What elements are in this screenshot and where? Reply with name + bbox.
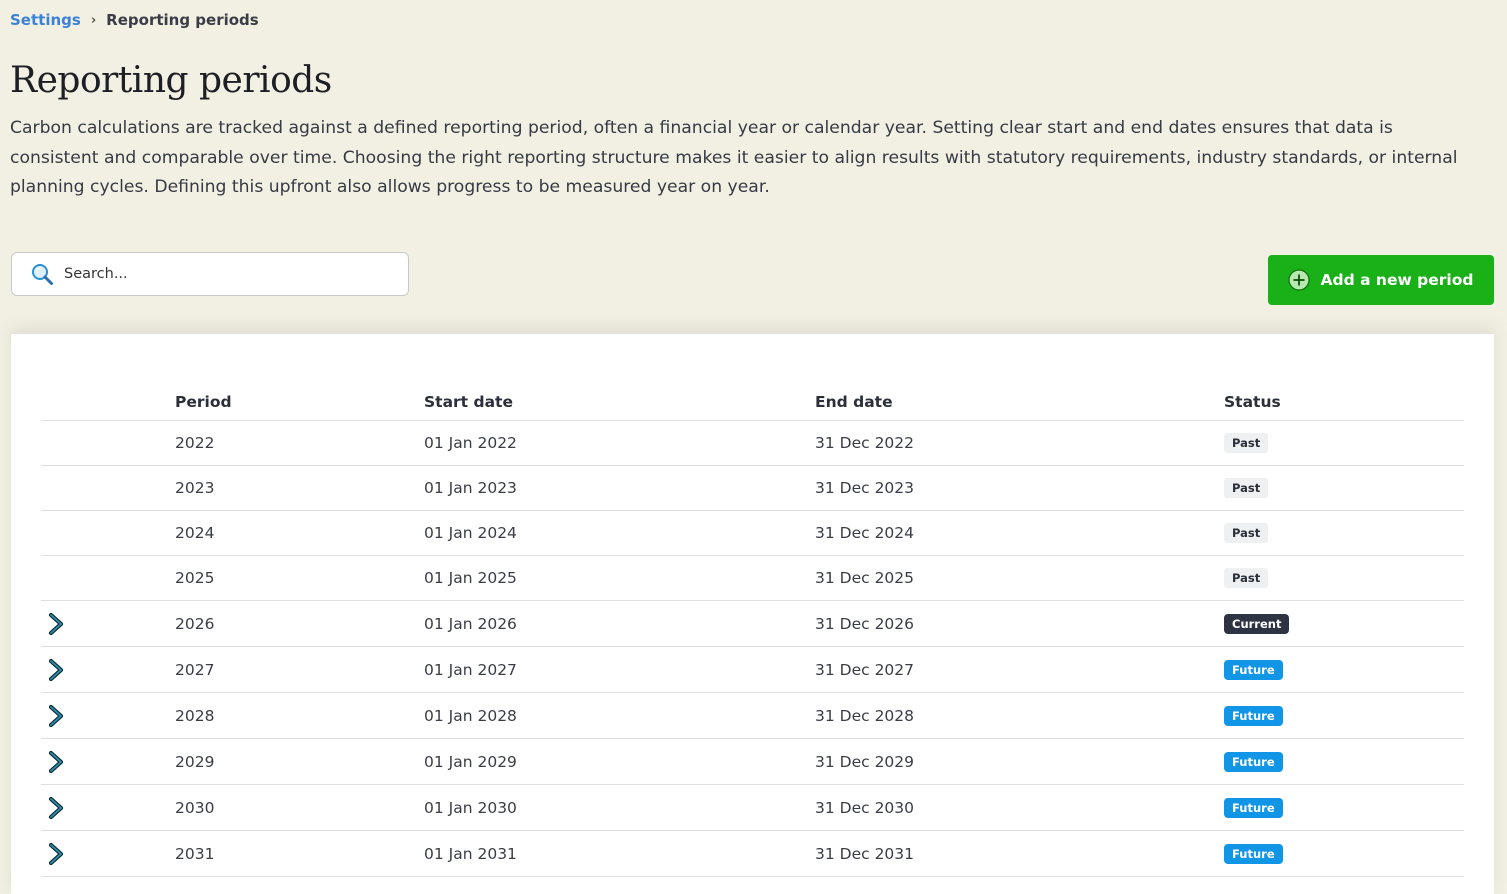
periods-card: Period Start date End date Status 2022 01…	[11, 333, 1494, 894]
status-badge: Future	[1224, 705, 1283, 726]
chevron-right-icon[interactable]	[44, 750, 68, 774]
chevron-right-icon[interactable]	[44, 842, 68, 866]
status-cell: Future	[1224, 692, 1464, 739]
start-date-cell: 01 Jan 2030	[424, 784, 815, 831]
start-date-cell: 01 Jan 2024	[424, 510, 815, 556]
status-cell: Future	[1224, 646, 1464, 693]
header-period: Period	[175, 384, 424, 421]
period-cell: 2025	[175, 555, 424, 601]
start-date-cell: 01 Jan 2027	[424, 646, 815, 693]
periods-table: Period Start date End date Status 2022 01…	[41, 384, 1464, 877]
table-row: 2022 01 Jan 2022 31 Dec 2022 Past	[41, 420, 1464, 466]
chevron-right-icon[interactable]	[44, 704, 68, 728]
row-toggle-cell	[41, 784, 175, 831]
period-cell: 2028	[175, 692, 424, 739]
row-toggle-cell	[41, 600, 175, 647]
period-cell: 2030	[175, 784, 424, 831]
page-title: Reporting periods	[10, 60, 332, 101]
row-toggle-cell	[41, 420, 175, 466]
status-cell: Future	[1224, 784, 1464, 831]
header-end-date: End date	[815, 384, 1224, 421]
row-toggle-cell	[41, 830, 175, 877]
status-badge: Future	[1224, 751, 1283, 772]
end-date-cell: 31 Dec 2024	[815, 510, 1224, 556]
period-cell: 2022	[175, 420, 424, 466]
magnifier-icon	[32, 264, 53, 285]
table-row[interactable]: 2031 01 Jan 2031 31 Dec 2031 Future	[41, 830, 1464, 877]
table-row: 2025 01 Jan 2025 31 Dec 2025 Past	[41, 555, 1464, 601]
status-badge: Current	[1224, 613, 1290, 634]
status-cell: Past	[1224, 555, 1464, 601]
end-date-cell: 31 Dec 2026	[815, 600, 1224, 647]
start-date-cell: 01 Jan 2029	[424, 738, 815, 785]
end-date-cell: 31 Dec 2029	[815, 738, 1224, 785]
row-toggle-cell	[41, 465, 175, 511]
period-cell: 2031	[175, 830, 424, 877]
start-date-cell: 01 Jan 2022	[424, 420, 815, 466]
start-date-cell: 01 Jan 2028	[424, 692, 815, 739]
add-new-period-label: Add a new period	[1320, 271, 1474, 289]
status-badge: Past	[1224, 568, 1269, 588]
table-row: 2023 01 Jan 2023 31 Dec 2023 Past	[41, 465, 1464, 511]
start-date-cell: 01 Jan 2031	[424, 830, 815, 877]
search-input[interactable]	[62, 265, 386, 283]
status-cell: Past	[1224, 465, 1464, 511]
status-cell: Past	[1224, 420, 1464, 466]
breadcrumb-current: Reporting periods	[106, 11, 259, 29]
period-cell: 2027	[175, 646, 424, 693]
row-toggle-cell	[41, 510, 175, 556]
table-row[interactable]: 2027 01 Jan 2027 31 Dec 2027 Future	[41, 646, 1464, 693]
breadcrumb-settings-link[interactable]: Settings	[10, 11, 81, 29]
table-body: 2022 01 Jan 2022 31 Dec 2022 Past 2023 01 Jan…	[41, 420, 1464, 877]
add-new-period-button[interactable]: Add a new period	[1268, 255, 1494, 305]
end-date-cell: 31 Dec 2030	[815, 784, 1224, 831]
page-description: Carbon calculations are tracked against …	[10, 118, 1458, 197]
header-start-date: Start date	[424, 384, 815, 421]
breadcrumb-separator: ›	[90, 12, 97, 28]
status-badge: Past	[1224, 478, 1269, 498]
table-row[interactable]: 2028 01 Jan 2028 31 Dec 2028 Future	[41, 692, 1464, 739]
status-cell: Future	[1224, 738, 1464, 785]
header-status: Status	[1224, 384, 1464, 421]
row-toggle-cell	[41, 555, 175, 601]
period-cell: 2029	[175, 738, 424, 785]
status-cell: Past	[1224, 510, 1464, 556]
status-badge: Past	[1224, 433, 1269, 453]
start-date-cell: 01 Jan 2026	[424, 600, 815, 647]
status-badge: Future	[1224, 843, 1283, 864]
start-date-cell: 01 Jan 2023	[424, 465, 815, 511]
chevron-right-icon[interactable]	[44, 658, 68, 682]
end-date-cell: 31 Dec 2025	[815, 555, 1224, 601]
table-row[interactable]: 2030 01 Jan 2030 31 Dec 2030 Future	[41, 784, 1464, 831]
chevron-right-icon[interactable]	[44, 612, 68, 636]
end-date-cell: 31 Dec 2022	[815, 420, 1224, 466]
breadcrumb: Settings › Reporting periods	[10, 11, 259, 29]
period-cell: 2024	[175, 510, 424, 556]
status-badge: Past	[1224, 523, 1269, 543]
table-row[interactable]: 2026 01 Jan 2026 31 Dec 2026 Current	[41, 600, 1464, 647]
status-cell: Future	[1224, 830, 1464, 877]
status-badge: Future	[1224, 797, 1283, 818]
end-date-cell: 31 Dec 2027	[815, 646, 1224, 693]
table-row[interactable]: 2029 01 Jan 2029 31 Dec 2029 Future	[41, 738, 1464, 785]
period-cell: 2023	[175, 465, 424, 511]
start-date-cell: 01 Jan 2025	[424, 555, 815, 601]
table-row: 2024 01 Jan 2024 31 Dec 2024 Past	[41, 510, 1464, 556]
status-badge: Future	[1224, 659, 1283, 680]
end-date-cell: 31 Dec 2028	[815, 692, 1224, 739]
table-header-row: Period Start date End date Status	[41, 384, 1464, 421]
end-date-cell: 31 Dec 2023	[815, 465, 1224, 511]
plus-circle-icon	[1288, 269, 1311, 291]
chevron-right-icon[interactable]	[44, 796, 68, 820]
row-toggle-cell	[41, 646, 175, 693]
status-cell: Current	[1224, 600, 1464, 647]
end-date-cell: 31 Dec 2031	[815, 830, 1224, 877]
header-toggle	[41, 384, 175, 421]
row-toggle-cell	[41, 692, 175, 739]
row-toggle-cell	[41, 738, 175, 785]
search-box[interactable]	[11, 252, 409, 296]
period-cell: 2026	[175, 600, 424, 647]
